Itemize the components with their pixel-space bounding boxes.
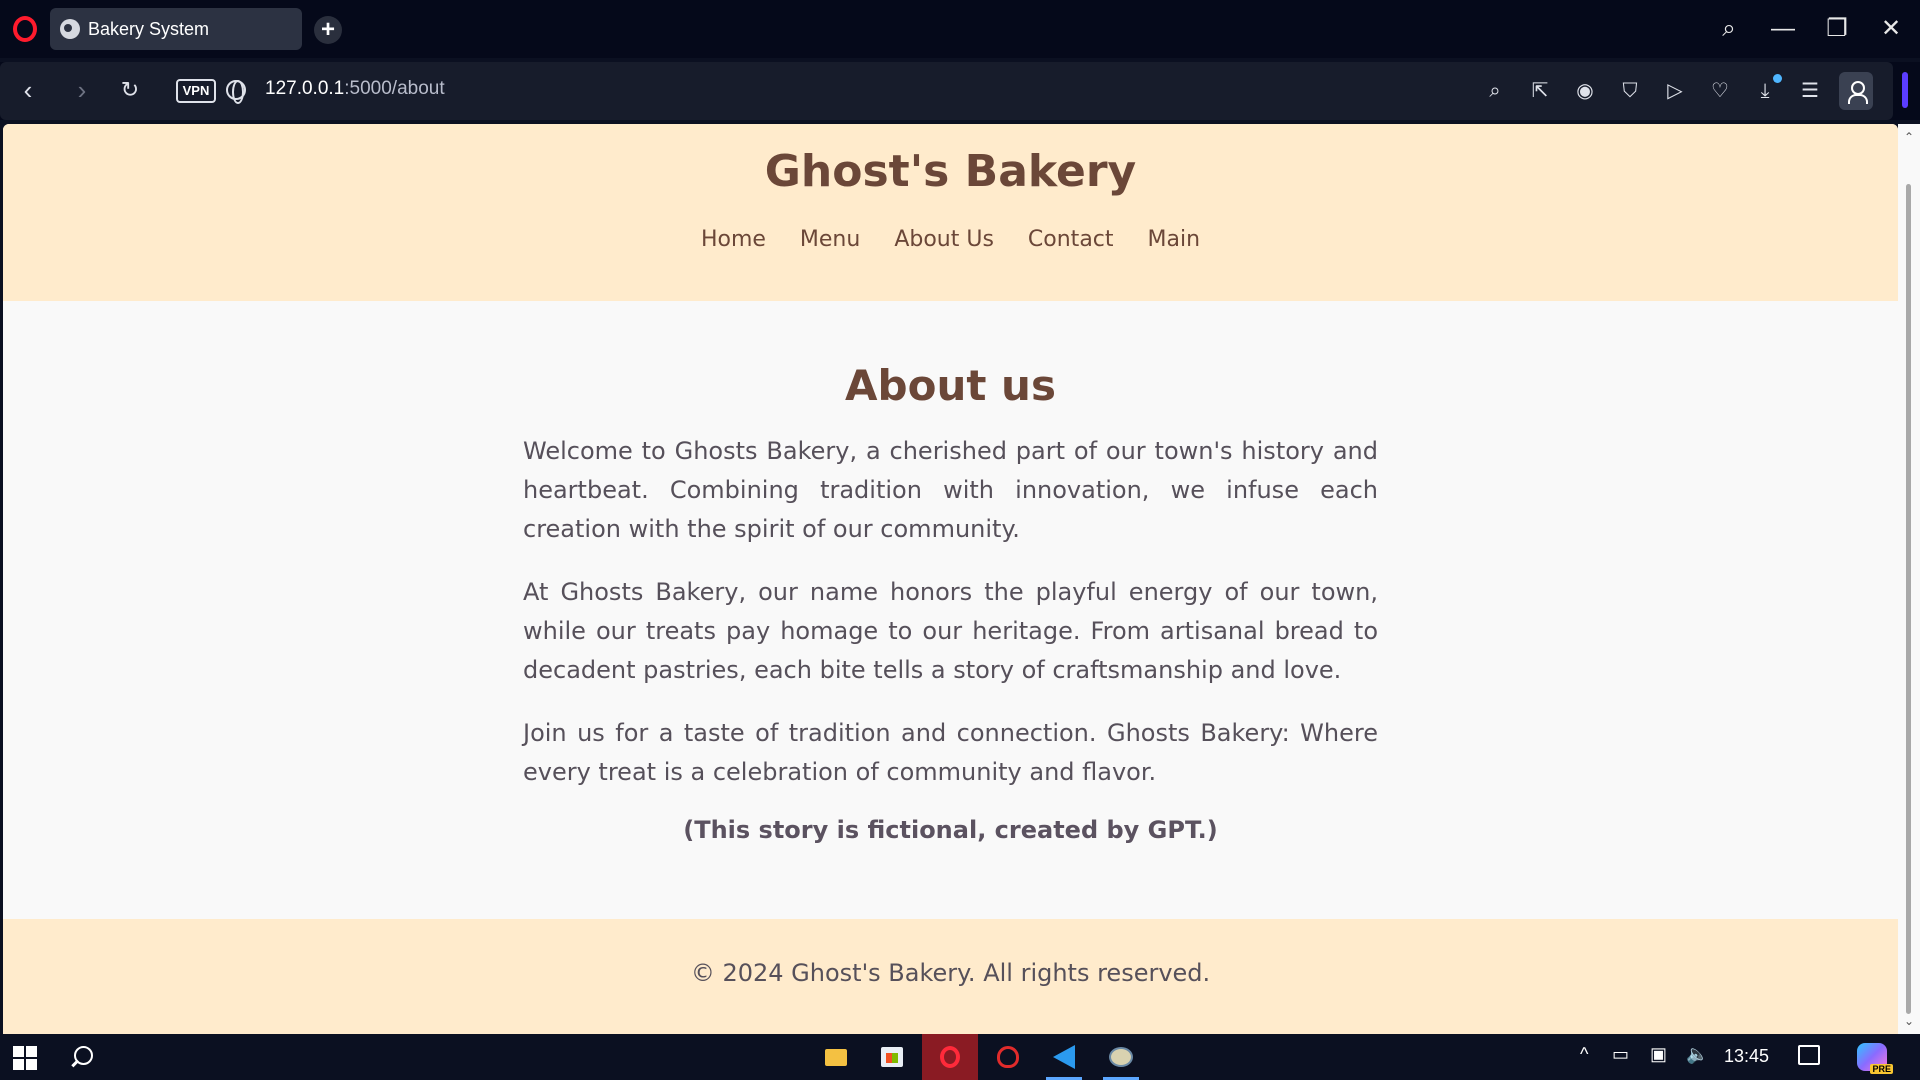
nav-contact[interactable]: Contact — [1028, 227, 1114, 252]
scroll-up-icon[interactable]: ⌃ — [1904, 130, 1914, 144]
sidebar-indicator — [1902, 72, 1908, 108]
restore-button[interactable]: ❐ — [1820, 12, 1854, 46]
site-nav: Home Menu About Us Contact Main — [3, 227, 1898, 252]
fiction-note: (This story is fictional, created by GPT… — [683, 816, 1218, 844]
download-badge — [1773, 74, 1782, 83]
opera-icon[interactable] — [922, 1034, 978, 1080]
tray-overflow-icon[interactable]: ^ — [1580, 1044, 1588, 1065]
forward-button[interactable]: › — [66, 74, 98, 106]
site-header: Ghost's Bakery Home Menu About Us Contac… — [3, 124, 1898, 301]
globe-favicon-icon — [60, 19, 80, 39]
about-paragraph-2: At Ghosts Bakery, our name honors the pl… — [523, 578, 1378, 684]
file-explorer-icon[interactable] — [808, 1034, 864, 1080]
about-paragraph-1: Welcome to Ghosts Bakery, a cherished pa… — [523, 437, 1378, 543]
store-icon[interactable] — [864, 1034, 920, 1080]
url-host: 127.0.0.1 — [265, 78, 345, 99]
about-paragraph-3: Join us for a taste of tradition and con… — [523, 719, 1378, 786]
opera-logo-icon[interactable] — [13, 16, 37, 42]
reload-button[interactable]: ↻ — [114, 74, 146, 106]
site-footer: © 2024 Ghost's Bakery. All rights reserv… — [3, 919, 1898, 1034]
new-tab-button[interactable]: + — [314, 16, 342, 44]
vpn-badge[interactable]: VPN — [176, 79, 216, 103]
tab-title: Bakery System — [88, 18, 210, 39]
footer-copyright: © 2024 Ghost's Bakery. All rights reserv… — [690, 959, 1211, 987]
browser-toolbar: ‹ › ↻ VPN 127.0.0.1:5000/about ⌕ ⇱ ◉ ⛉ ▷… — [0, 62, 1920, 120]
copilot-badge: PRE — [1870, 1064, 1893, 1074]
network-icon[interactable]: ▣ — [1650, 1044, 1667, 1065]
camera-icon[interactable]: ◉ — [1572, 78, 1598, 104]
shield-icon[interactable]: ⛉ — [1617, 78, 1643, 104]
site-info-icon[interactable] — [226, 80, 246, 104]
scroll-down-icon[interactable]: ⌄ — [1904, 1014, 1914, 1028]
send-icon[interactable]: ▷ — [1662, 78, 1688, 104]
heart-icon[interactable]: ♡ — [1707, 78, 1733, 104]
scroll-thumb[interactable] — [1906, 184, 1911, 1014]
back-button[interactable]: ‹ — [12, 74, 44, 106]
battery-icon[interactable]: ▭ — [1612, 1044, 1629, 1065]
page-viewport: Ghost's Bakery Home Menu About Us Contac… — [3, 124, 1898, 1034]
security-icon[interactable] — [980, 1034, 1036, 1080]
page-scrollbar[interactable]: ⌃ ⌄ — [1898, 124, 1920, 1034]
find-icon[interactable]: ⌕ — [1482, 78, 1508, 104]
easy-setup-icon[interactable]: ☰ — [1797, 78, 1823, 104]
nav-main[interactable]: Main — [1148, 227, 1201, 252]
vscode-icon[interactable] — [1036, 1034, 1092, 1080]
address-bar: ‹ › ↻ VPN 127.0.0.1:5000/about ⌕ ⇱ ◉ ⛉ ▷… — [0, 62, 1893, 120]
nav-home[interactable]: Home — [701, 227, 766, 252]
site-title: Ghost's Bakery — [764, 146, 1137, 197]
close-window-button[interactable]: ✕ — [1874, 12, 1908, 46]
volume-icon[interactable]: 🔈 — [1686, 1044, 1708, 1065]
python-icon[interactable] — [1093, 1034, 1149, 1080]
notification-icon[interactable] — [1798, 1045, 1820, 1065]
taskbar-clock[interactable]: 13:45 — [1724, 1046, 1769, 1067]
url-field[interactable]: 127.0.0.1:5000/about — [265, 78, 445, 100]
url-path: :5000/about — [344, 78, 445, 99]
minimize-button[interactable]: — — [1766, 12, 1800, 46]
search-tabs-icon[interactable]: ⌕ — [1712, 12, 1746, 46]
nav-about-us[interactable]: About Us — [894, 227, 994, 252]
nav-menu[interactable]: Menu — [800, 227, 860, 252]
about-heading: About us — [845, 361, 1056, 410]
windows-taskbar: ^ ▭ ▣ 🔈 13:45 PRE — [0, 1034, 1920, 1080]
profile-icon[interactable] — [1839, 72, 1873, 110]
copilot-icon[interactable]: PRE — [1857, 1043, 1893, 1074]
browser-tab[interactable]: Bakery System — [50, 8, 302, 50]
share-icon[interactable]: ⇱ — [1527, 78, 1553, 104]
start-button[interactable] — [13, 1046, 37, 1070]
taskbar-search-icon[interactable] — [68, 1044, 94, 1070]
browser-titlebar: Bakery System + ⌕ — ❐ ✕ — [0, 0, 1920, 58]
about-section: About us Welcome to Ghosts Bakery, a che… — [523, 361, 1378, 844]
